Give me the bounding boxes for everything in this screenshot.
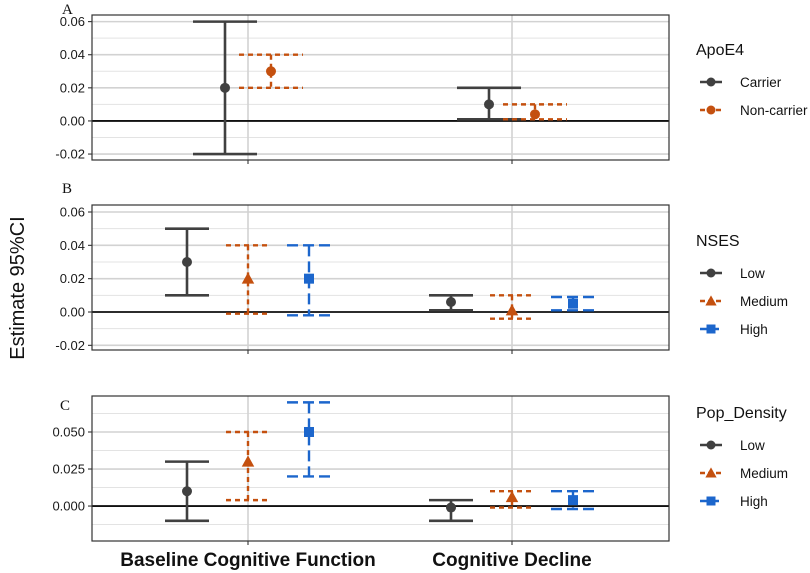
legend-marker	[706, 268, 716, 278]
estimate-point	[266, 66, 276, 77]
legend-marker	[706, 324, 716, 334]
y-tick-label: 0.050	[52, 424, 85, 439]
x-category-label-0: Baseline Cognitive Function	[120, 550, 375, 571]
legend-key	[700, 295, 722, 306]
legend-label: High	[740, 494, 768, 509]
y-tick-label: 0.06	[60, 205, 85, 220]
estimate-point	[484, 99, 494, 110]
series-low	[165, 227, 473, 312]
y-tick-label: -0.02	[55, 147, 85, 162]
y-tick-label: 0.000	[52, 499, 85, 514]
legend-title: NSES	[696, 233, 740, 250]
legend-marker	[705, 295, 717, 306]
panel-b: -0.02 0.00 0.02 0.04 0.06 B NSES Low Medium High	[55, 181, 788, 354]
estimate-point	[241, 455, 255, 467]
y-tick-label: 0.04	[60, 238, 85, 253]
estimate-point	[304, 426, 314, 437]
estimate-point	[304, 273, 314, 284]
series-low	[165, 460, 473, 523]
legend-marker	[705, 467, 717, 478]
legend-label: Medium	[740, 466, 788, 481]
panels: -0.02 0.00 0.02 0.04 0.06 A ApoE4 Carrier Non-ca…	[52, 2, 808, 545]
legend-marker	[706, 496, 716, 506]
legend-key	[700, 324, 722, 334]
legend-key	[700, 467, 722, 478]
panel-c: 0.000 0.025 0.050 C Pop_Density Low Medium High	[52, 395, 788, 545]
legend-nses: NSES Low Medium High	[696, 233, 788, 337]
y-tick-label: 0.04	[60, 47, 85, 62]
estimate-point	[568, 495, 578, 506]
y-tick-label: 0.025	[52, 462, 85, 477]
x-category-label-1: Cognitive Decline	[432, 550, 591, 571]
y-tick-label: 0.02	[60, 271, 85, 286]
panel-letter: C	[60, 398, 70, 414]
estimate-point	[505, 304, 519, 316]
legend-key	[700, 105, 722, 115]
series-high	[287, 401, 595, 511]
legend-label: Carrier	[740, 75, 782, 90]
panel-letter: B	[62, 181, 72, 197]
estimate-point	[446, 502, 456, 513]
series-medium	[226, 244, 534, 320]
legend-apoe4: ApoE4 Carrier Non-carrier	[696, 42, 808, 118]
legend-key	[700, 268, 722, 278]
estimate-point	[182, 257, 192, 267]
panel-a: -0.020.000.020.040.06AApoE4CarrierNon-ca…	[55, 2, 808, 164]
y-tick-label: 0.00	[60, 113, 85, 128]
estimate-point	[220, 82, 230, 93]
panel-letter: A	[62, 2, 73, 18]
figure: -0.02 0.00 0.02 0.04 0.06 A ApoE4 Carrier Non-ca…	[7, 2, 808, 571]
legend-title: ApoE4	[696, 42, 744, 59]
legend-marker	[706, 77, 716, 87]
estimate-point	[446, 297, 456, 307]
estimate-point	[568, 298, 578, 309]
legend-key	[700, 440, 722, 450]
legend-label: Low	[740, 438, 765, 453]
y-axis-label: Estimate 95%CI	[7, 216, 29, 359]
legend-label: High	[740, 322, 768, 337]
legend-title: Pop_Density	[696, 405, 787, 422]
estimate-point	[530, 109, 540, 120]
legend-label: Low	[740, 266, 765, 281]
y-tick-label: -0.02	[55, 338, 85, 353]
estimate-point	[505, 490, 519, 503]
legend-label: Medium	[740, 294, 788, 309]
legend-key	[700, 496, 722, 506]
y-tick-label: 0.02	[60, 80, 85, 95]
legend-pop_density: Pop_Density Low Medium High	[696, 405, 788, 509]
estimate-point	[182, 486, 192, 497]
legend-marker	[706, 440, 716, 450]
y-tick-label: 0.00	[60, 305, 85, 320]
legend-key	[700, 77, 722, 87]
series-high	[287, 244, 595, 317]
legend-label: Non-carrier	[740, 103, 808, 118]
legend-marker	[706, 105, 716, 115]
